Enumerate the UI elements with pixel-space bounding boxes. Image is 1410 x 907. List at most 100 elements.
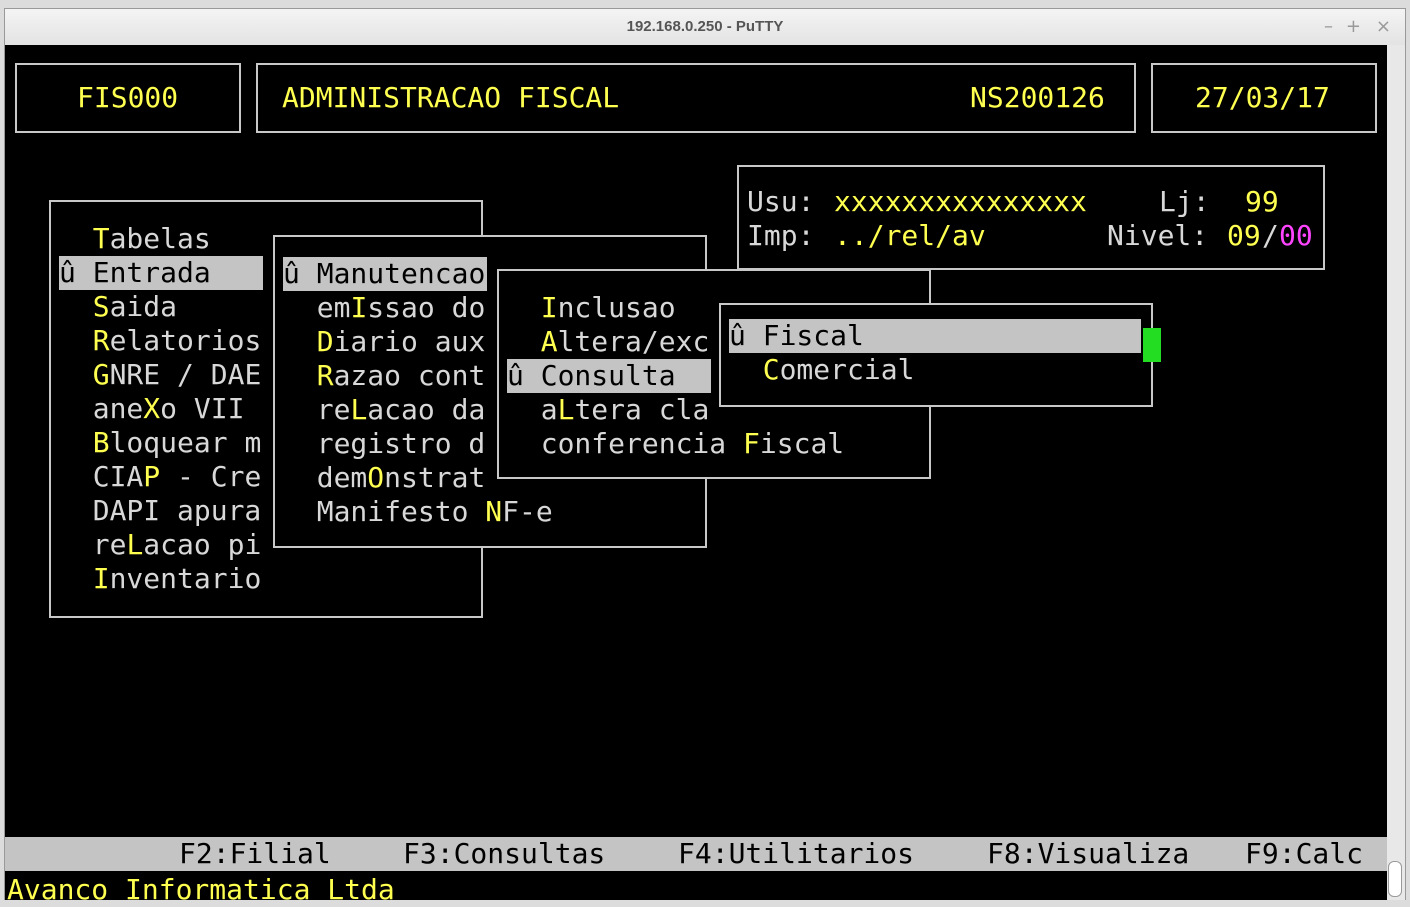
scrollbar-thumb[interactable] [1388, 861, 1402, 897]
selection-marker [59, 528, 93, 561]
menu-item-text: abelas [109, 222, 211, 255]
menu-item-text: nclusao [557, 291, 676, 324]
menu-item-text: registro d [316, 427, 486, 460]
menu-item-consulta[interactable]: û Consulta [507, 359, 711, 393]
menu-item-dapi-apura[interactable]: DAPI apura [59, 494, 262, 528]
menu-item-fiscal[interactable]: û Fiscal [729, 319, 1141, 353]
menu-item-gnre-dae[interactable]: GNRE / DAE [59, 358, 262, 392]
menu-item-bloquear-m[interactable]: Bloquear m [59, 426, 262, 460]
menu-item-text: dem [316, 461, 368, 494]
menu-item-text: nventario [109, 562, 262, 595]
user-value: xxxxxxxxxxxxxxx [834, 185, 1087, 218]
close-icon[interactable]: × [1376, 16, 1391, 37]
selection-marker: û [507, 359, 541, 392]
terminal-cursor [1143, 328, 1161, 362]
menu-item-razao-cont[interactable]: Razao cont [283, 359, 486, 393]
f2-filial-key[interactable]: F2:Filial [179, 837, 331, 871]
selection-marker [59, 222, 93, 255]
menu-item-hotkey: I [350, 291, 368, 324]
menu-item-relatorios[interactable]: Relatorios [59, 324, 262, 358]
menu-item-hotkey: L [126, 528, 144, 561]
putty-window: 192.168.0.250 - PuTTY – + × FIS000 ADMIN… [4, 8, 1406, 906]
menu-item-text: CIA [92, 460, 144, 493]
menu-item-text: iario aux [333, 325, 486, 358]
menu-item-hotkey: X [143, 392, 161, 425]
selection-marker [59, 562, 93, 595]
menu-item-comercial[interactable]: Comercial [729, 353, 915, 387]
selection-marker [59, 494, 93, 527]
menu-item-text: tera cla [574, 393, 710, 426]
store-value: 99 [1245, 185, 1279, 218]
menu-item-emissao-do[interactable]: emIssao do [283, 291, 486, 325]
menu-item-hotkey: M [316, 257, 334, 290]
selection-marker [283, 461, 317, 494]
menu-item-text: re [92, 528, 127, 561]
f3-consultas-key[interactable]: F3:Consultas [403, 837, 605, 871]
menu-item-manifesto-nf-e[interactable]: Manifesto NF-e [283, 495, 553, 529]
menu-item-diario-aux[interactable]: Diario aux [283, 325, 486, 359]
level-value-2: 00 [1279, 219, 1313, 252]
menu-item-text: a [540, 393, 558, 426]
f9-calc-key[interactable]: F9:Calc [1245, 837, 1363, 871]
consulta-submenu: û Fiscal Comercial [719, 303, 1153, 407]
menu-item-text: nstrat [384, 461, 486, 494]
menu-item-text: elatorios [109, 324, 262, 357]
menu-item-altera-cla[interactable]: aLtera cla [507, 393, 710, 427]
user-label: Usu: [747, 185, 815, 218]
level-value: 09 [1227, 219, 1261, 252]
menu-item-text: - Cre [160, 460, 262, 493]
selection-marker [283, 495, 317, 528]
printer-value: ../rel/av [834, 219, 986, 252]
menu-item-text: azao cont [333, 359, 486, 392]
menu-item-text: omercial [779, 353, 915, 386]
menu-item-entrada[interactable]: û Entrada [59, 256, 263, 290]
selection-marker [59, 324, 93, 357]
menu-item-text: iscal [779, 319, 864, 352]
program-title-box: ADMINISTRACAO FISCAL NS200126 [256, 63, 1136, 133]
menu-item-ciap-cre[interactable]: CIAP - Cre [59, 460, 262, 494]
f8-visualiza-key[interactable]: F8:Visualiza [987, 837, 1189, 871]
scrollbar[interactable] [1387, 45, 1405, 900]
menu-item-saida[interactable]: Saida [59, 290, 177, 324]
menu-item-hotkey: L [350, 393, 368, 426]
menu-item-text: anutencao [333, 257, 486, 290]
store-label: Lj: [1159, 185, 1210, 218]
selection-marker [59, 358, 93, 391]
menu-item-manutencao[interactable]: û Manutencao [283, 257, 487, 291]
selection-marker [283, 325, 317, 358]
menu-item-registro-d[interactable]: registro d [283, 427, 486, 461]
menu-item-hotkey: G [92, 358, 110, 391]
menu-item-text: acao pi [143, 528, 262, 561]
menu-item-anexo-vii[interactable]: aneXo VII [59, 392, 245, 426]
menu-item-hotkey: I [540, 291, 558, 324]
menu-item-altera-exc[interactable]: Altera/exc [507, 325, 710, 359]
maximize-icon[interactable]: + [1346, 16, 1361, 37]
f4-utilitarios-key[interactable]: F4:Utilitarios [678, 837, 914, 871]
selection-marker [283, 427, 317, 460]
menu-item-hotkey: A [540, 325, 558, 358]
menu-item-hotkey: C [540, 359, 558, 392]
menu-item-relacao-da[interactable]: reLacao da [283, 393, 486, 427]
menu-item-text: loquear m [109, 426, 262, 459]
menu-item-text: iscal [759, 427, 845, 460]
menu-item-hotkey: N [485, 495, 503, 528]
program-version: NS200126 [970, 81, 1105, 114]
menu-item-tabelas[interactable]: Tabelas [59, 222, 211, 256]
menu-item-inclusao[interactable]: Inclusao [507, 291, 676, 325]
title-bar[interactable]: 192.168.0.250 - PuTTY – + × [5, 9, 1405, 46]
menu-item-relacao-pi[interactable]: reLacao pi [59, 528, 262, 562]
terminal-screen[interactable]: FIS000 ADMINISTRACAO FISCAL NS200126 27/… [5, 45, 1389, 906]
menu-item-inventario[interactable]: Inventario [59, 562, 262, 596]
selection-marker [507, 325, 541, 358]
minimize-icon[interactable]: – [1324, 16, 1333, 37]
menu-item-hotkey: R [92, 324, 110, 357]
menu-item-text: ntrada [109, 256, 211, 289]
program-code: FIS000 [77, 81, 179, 114]
menu-item-hotkey: S [92, 290, 110, 323]
menu-item-demonstrat[interactable]: demOnstrat [283, 461, 486, 495]
selection-marker [507, 427, 541, 460]
menu-item-conferencia-fiscal[interactable]: conferencia Fiscal [507, 427, 844, 461]
window-title: 192.168.0.250 - PuTTY [626, 18, 784, 35]
selection-marker [507, 291, 541, 324]
menu-item-hotkey: P [143, 460, 161, 493]
